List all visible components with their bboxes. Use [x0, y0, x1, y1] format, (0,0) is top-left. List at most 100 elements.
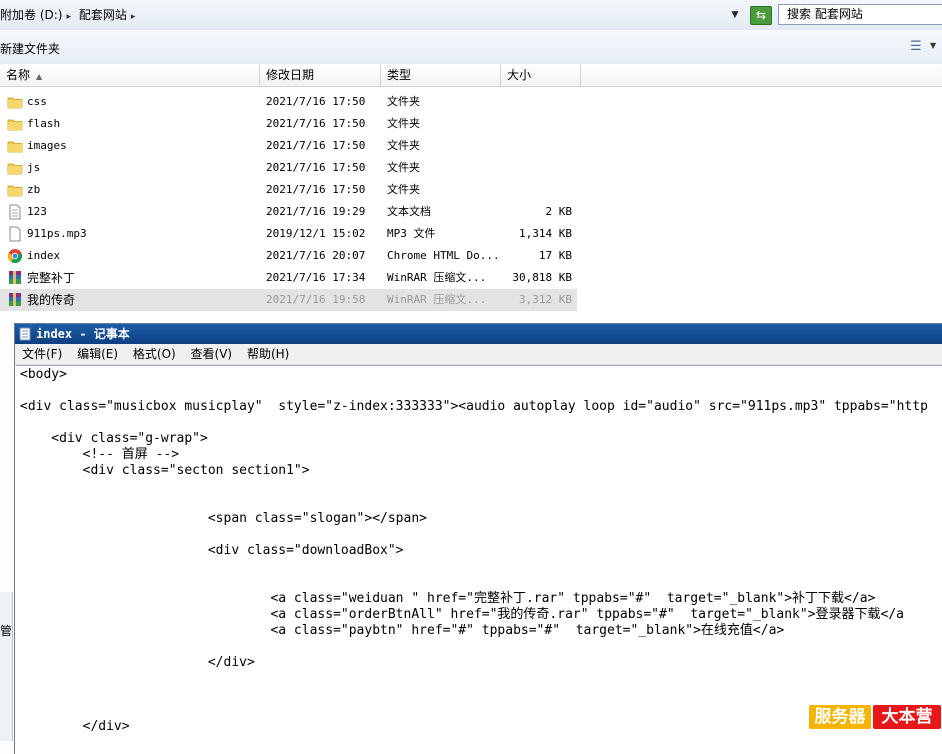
folder-icon [7, 182, 23, 198]
file-list: css 2021/7/16 17:50 文件夹 flash 2021/7/16 17:5… [0, 91, 942, 311]
file-row[interactable]: 123 2021/7/16 19:29 文本文档 2 KB [0, 201, 942, 223]
file-row[interactable]: 完整补丁 2021/7/16 17:34 WinRAR 压缩文... 30,818 K… [0, 267, 942, 289]
file-type: WinRAR 压缩文... [387, 293, 487, 306]
file-row[interactable]: 911ps.mp3 2019/12/1 15:02 MP3 文件 1,314 KB [0, 223, 942, 245]
file-modified: 2021/7/16 19:29 [266, 205, 366, 218]
menu-help[interactable]: 帮助(H) [246, 344, 290, 364]
text-line: </div> [20, 719, 130, 734]
column-size[interactable]: 大小 [501, 64, 581, 86]
address-bar: 附加卷 (D:) ▸ 配套网站 ▸ ▼ ⇆ 搜索 配套网站 [0, 0, 942, 30]
file-name: 完整补丁 [27, 271, 76, 285]
navigation-pane-label: 管 [0, 624, 12, 638]
folder-icon [7, 160, 23, 176]
text-line: <div class="g-wrap"> [20, 431, 208, 446]
file-modified: 2021/7/16 17:50 [266, 139, 366, 152]
column-name[interactable]: 名称 ▲ [0, 64, 260, 86]
file-modified: 2019/12/1 15:02 [266, 227, 366, 240]
column-header: 名称 ▲ 修改日期 类型 大小 [0, 64, 942, 87]
file-type: 文件夹 [387, 95, 420, 108]
folder-icon [7, 138, 23, 154]
file-row[interactable]: zb 2021/7/16 17:50 文件夹 [0, 179, 942, 201]
view-options-icon[interactable]: ☰ [910, 39, 923, 54]
file-name: 911ps.mp3 [27, 227, 87, 240]
address-history-dropdown-icon[interactable]: ▼ [728, 8, 742, 22]
notepad-icon [19, 327, 31, 341]
text-file-icon [7, 204, 23, 220]
file-modified: 2021/7/16 17:50 [266, 161, 366, 174]
refresh-button[interactable]: ⇆ [750, 6, 772, 25]
file-type: 文件夹 [387, 117, 420, 130]
sort-ascending-icon: ▲ [36, 72, 43, 81]
notepad-window: index - 记事本 文件(F) 编辑(E) 格式(O) 查看(V) 帮助(H… [14, 323, 942, 754]
file-size: 17 KB [538, 249, 572, 262]
file-modified: 2021/7/16 17:50 [266, 117, 366, 130]
file-name: flash [27, 117, 61, 130]
text-line: <div class="secton section1"> [20, 463, 310, 478]
file-row[interactable]: images 2021/7/16 17:50 文件夹 [0, 135, 942, 157]
file-type: Chrome HTML Do... [387, 249, 500, 262]
chevron-right-icon[interactable]: ▸ [66, 12, 71, 22]
text-line: <span class="slogan"></span> [20, 511, 427, 526]
crumb-drive[interactable]: 附加卷 (D:) [0, 8, 62, 22]
file-modified: 2021/7/16 17:34 [266, 271, 366, 284]
navigation-pane[interactable] [0, 592, 13, 741]
file-row[interactable]: flash 2021/7/16 17:50 文件夹 [0, 113, 942, 135]
notepad-menu-bar: 文件(F) 编辑(E) 格式(O) 查看(V) 帮助(H) [15, 344, 942, 365]
file-size: 2 KB [545, 205, 573, 218]
file-name: js [27, 161, 41, 174]
file-modified: 2021/7/16 20:07 [266, 249, 366, 262]
file-row[interactable]: 我的传奇 2021/7/16 19:58 WinRAR 压缩文... 3,312 KB [0, 289, 577, 311]
file-type: 文件夹 [387, 161, 420, 174]
text-line: <a class="orderBtnAll" href="我的传奇.rar" t… [20, 607, 905, 622]
text-line: <a class="weiduan " href="完整补丁.rar" tppa… [20, 591, 876, 606]
file-size: 3,312 KB [519, 293, 572, 306]
file-name: images [27, 139, 67, 152]
file-size: 1,314 KB [519, 227, 572, 240]
notepad-title-bar[interactable]: index - 记事本 [15, 324, 942, 344]
file-type: 文件夹 [387, 139, 420, 152]
file-type: 文件夹 [387, 183, 420, 196]
text-line: <div class="downloadBox"> [20, 543, 404, 558]
menu-format[interactable]: 格式(O) [132, 344, 177, 364]
folder-icon [7, 116, 23, 132]
file-size: 30,818 KB [512, 271, 572, 284]
watermark-part-b: 大本营 [873, 705, 941, 729]
menu-file[interactable]: 文件(F) [21, 344, 63, 364]
watermark-part-a: 服务器 [809, 705, 871, 729]
menu-view[interactable]: 查看(V) [190, 344, 234, 364]
notepad-title: index - 记事本 [36, 327, 130, 341]
file-name: zb [27, 183, 41, 196]
text-line: <a class="paybtn" href="#" tppabs="#" ta… [20, 623, 785, 638]
menu-edit[interactable]: 编辑(E) [76, 344, 119, 364]
column-name-label: 名称 [6, 68, 31, 82]
file-type: MP3 文件 [387, 227, 436, 240]
text-line: <body> [20, 367, 67, 382]
file-row[interactable]: css 2021/7/16 17:50 文件夹 [0, 91, 942, 113]
file-name: 123 [27, 205, 47, 218]
text-line: <!-- 首屏 --> [20, 447, 180, 462]
audio-file-icon [7, 226, 23, 242]
crumb-folder[interactable]: 配套网站 [79, 8, 127, 22]
file-type: WinRAR 压缩文... [387, 271, 487, 284]
column-type[interactable]: 类型 [381, 64, 501, 86]
file-name: css [27, 95, 47, 108]
notepad-text-area[interactable]: <body> <div class="musicbox musicplay" st… [16, 365, 942, 754]
breadcrumb[interactable]: 附加卷 (D:) ▸ 配套网站 ▸ [0, 6, 139, 24]
file-row[interactable]: index 2021/7/16 20:07 Chrome HTML Do... 17 … [0, 245, 942, 267]
column-modified[interactable]: 修改日期 [260, 64, 381, 86]
file-modified: 2021/7/16 17:50 [266, 95, 366, 108]
winrar-icon [7, 292, 23, 308]
text-line: </div> [20, 655, 255, 670]
file-row[interactable]: js 2021/7/16 17:50 文件夹 [0, 157, 942, 179]
search-input[interactable]: 搜索 配套网站 [778, 4, 942, 25]
command-toolbar: 新建文件夹 ☰ ▼ [0, 30, 942, 65]
chrome-icon [7, 248, 23, 264]
text-line: <div class="musicbox musicplay" style="z… [20, 399, 928, 414]
file-name: 我的传奇 [27, 293, 76, 307]
file-name: index [27, 249, 61, 262]
file-type: 文本文档 [387, 205, 431, 218]
chevron-down-icon[interactable]: ▼ [930, 41, 936, 50]
new-folder-button[interactable]: 新建文件夹 [0, 40, 60, 57]
chevron-right-icon[interactable]: ▸ [131, 12, 136, 22]
folder-icon [7, 94, 23, 110]
